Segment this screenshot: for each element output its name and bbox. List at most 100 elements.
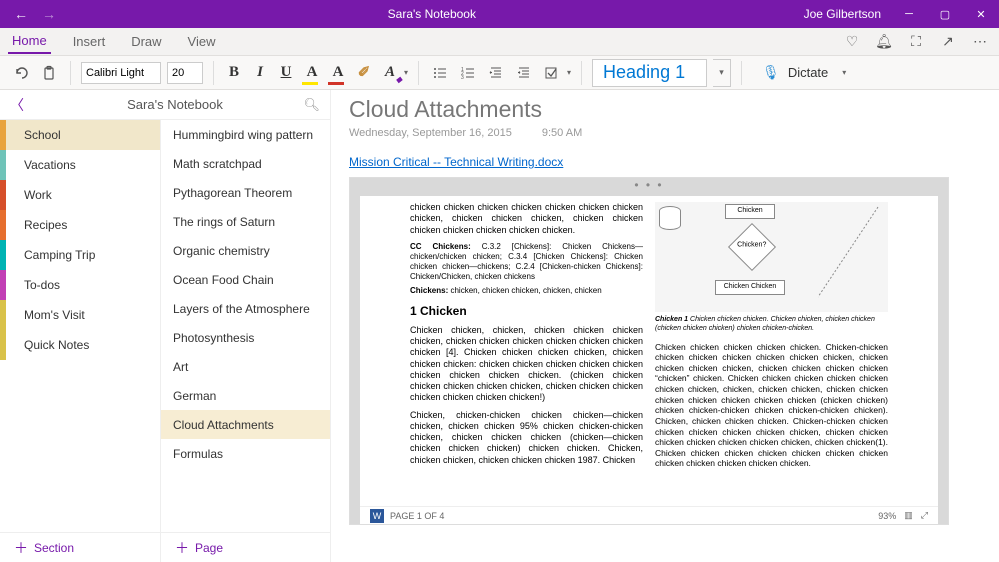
numbered-list-icon[interactable]: 123 bbox=[457, 62, 479, 84]
zoom-level[interactable]: 93% bbox=[878, 511, 896, 521]
reading-view-icon[interactable]: ▥ bbox=[904, 510, 913, 521]
microphone-icon: 🎙 bbox=[762, 64, 780, 81]
notebook-back-icon[interactable]: 〈 bbox=[10, 95, 30, 115]
preview-more-icon[interactable]: • • • bbox=[350, 178, 948, 196]
preview-paragraph: Chicken chicken chicken chicken chicken.… bbox=[655, 342, 888, 470]
minimize-button[interactable]: ─ bbox=[891, 0, 927, 28]
outdent-icon[interactable] bbox=[485, 62, 507, 84]
ribbon-toolbar: B I U A A ✐ A◆ ▾ 123 ▾ Heading 1 ▾ 🎙 Dic… bbox=[0, 56, 999, 90]
maximize-button[interactable]: ▢ bbox=[927, 0, 963, 28]
plus-icon: ＋ bbox=[14, 538, 28, 558]
section-item[interactable]: To-dos bbox=[0, 270, 160, 300]
paragraph-dropdown-icon[interactable]: ▾ bbox=[567, 68, 571, 77]
forward-arrow-icon[interactable]: → bbox=[42, 6, 56, 22]
tab-draw[interactable]: Draw bbox=[127, 30, 165, 53]
font-color-button[interactable]: A bbox=[328, 63, 348, 83]
chickens-label: Chickens: bbox=[410, 286, 448, 295]
bold-button[interactable]: B bbox=[224, 63, 244, 83]
diagram-box: Chicken Chicken bbox=[715, 280, 785, 295]
clear-formatting-button[interactable]: ✐ bbox=[354, 63, 374, 83]
format-painter-button[interactable]: A◆ bbox=[380, 63, 400, 83]
page-item[interactable]: Photosynthesis bbox=[161, 323, 330, 352]
page-item[interactable]: Pythagorean Theorem bbox=[161, 178, 330, 207]
more-icon[interactable]: ⋯ bbox=[971, 33, 989, 50]
format-dropdown-icon[interactable]: ▾ bbox=[404, 68, 408, 77]
section-color-tab bbox=[0, 210, 6, 240]
bullet-list-icon[interactable] bbox=[429, 62, 451, 84]
word-icon: W bbox=[370, 509, 384, 523]
note-content-area[interactable]: Cloud Attachments Wednesday, September 1… bbox=[331, 90, 999, 562]
attachment-link[interactable]: Mission Critical -- Technical Writing.do… bbox=[349, 155, 563, 169]
figure-caption: Chicken 1 Chicken chicken chicken. Chick… bbox=[655, 316, 888, 334]
close-button[interactable]: ✕ bbox=[963, 0, 999, 28]
section-item[interactable]: Quick Notes bbox=[0, 330, 160, 360]
notifications-icon[interactable]: 🔔︎ bbox=[875, 33, 893, 50]
page-item[interactable]: Layers of the Atmosphere bbox=[161, 294, 330, 323]
tab-insert[interactable]: Insert bbox=[69, 30, 110, 53]
page-meta: Wednesday, September 16, 2015 9:50 AM bbox=[349, 127, 999, 139]
document-preview[interactable]: • • • chicken chicken chicken chicken ch… bbox=[349, 177, 949, 525]
section-item[interactable]: School bbox=[0, 120, 160, 150]
dictate-button[interactable]: 🎙 Dictate ▾ bbox=[762, 64, 846, 81]
section-item[interactable]: Vacations bbox=[0, 150, 160, 180]
tab-view[interactable]: View bbox=[184, 30, 220, 53]
app-title: Sara's Notebook bbox=[70, 7, 794, 21]
search-icon[interactable]: 🔍︎ bbox=[303, 97, 320, 113]
page-item[interactable]: Formulas bbox=[161, 439, 330, 468]
share-icon[interactable]: ↗ bbox=[939, 33, 957, 50]
lightbulb-icon[interactable]: ♡ bbox=[843, 33, 861, 50]
diagram-box: Chicken bbox=[725, 204, 775, 219]
undo-icon[interactable] bbox=[10, 62, 32, 84]
highlight-button[interactable]: A bbox=[302, 63, 322, 83]
page-item[interactable]: Art bbox=[161, 352, 330, 381]
ribbon-tabs: Home Insert Draw View ♡ 🔔︎ ⛶ ↗ ⋯ bbox=[0, 28, 999, 56]
checkbox-icon[interactable] bbox=[541, 62, 563, 84]
preview-paragraph: chicken chicken chicken chicken chicken … bbox=[410, 202, 643, 236]
italic-button[interactable]: I bbox=[250, 63, 270, 83]
page-list-panel: Hummingbird wing patternMath scratchpadP… bbox=[161, 90, 331, 562]
preview-heading: 1 Chicken bbox=[410, 304, 643, 319]
page-item[interactable]: Math scratchpad bbox=[161, 149, 330, 178]
page-item[interactable]: Ocean Food Chain bbox=[161, 265, 330, 294]
section-item[interactable]: Recipes bbox=[0, 210, 160, 240]
section-label: Work bbox=[24, 188, 52, 202]
page-item[interactable]: Hummingbird wing pattern bbox=[161, 120, 330, 149]
tab-home[interactable]: Home bbox=[8, 29, 51, 54]
underline-button[interactable]: U bbox=[276, 63, 296, 83]
expand-icon[interactable]: ⤢ bbox=[921, 510, 928, 521]
add-section-button[interactable]: ＋ Section bbox=[0, 532, 160, 562]
section-item[interactable]: Work bbox=[0, 180, 160, 210]
page-indicator: PAGE 1 OF 4 bbox=[390, 511, 444, 521]
section-item[interactable]: Mom's Visit bbox=[0, 300, 160, 330]
style-dropdown-icon[interactable]: ▾ bbox=[713, 59, 731, 87]
clipboard-icon[interactable] bbox=[38, 62, 60, 84]
preview-statusbar: W PAGE 1 OF 4 93% ▥ ⤢ bbox=[360, 506, 938, 524]
add-page-button[interactable]: ＋ Page bbox=[161, 532, 330, 562]
font-name-input[interactable] bbox=[81, 62, 161, 84]
section-label: School bbox=[24, 128, 61, 142]
preview-paragraph: Chicken chicken, chicken, chicken chicke… bbox=[410, 325, 643, 404]
page-item[interactable]: Cloud Attachments bbox=[161, 410, 330, 439]
section-color-tab bbox=[0, 300, 6, 330]
section-label: Recipes bbox=[24, 218, 67, 232]
add-page-label: Page bbox=[195, 541, 223, 555]
plus-icon: ＋ bbox=[175, 538, 189, 558]
notebook-name[interactable]: Sara's Notebook bbox=[30, 97, 320, 112]
back-arrow-icon[interactable]: ← bbox=[14, 6, 28, 22]
page-title[interactable]: Cloud Attachments bbox=[349, 96, 999, 123]
fullscreen-icon[interactable]: ⛶ bbox=[907, 33, 925, 50]
diagram-cylinder-icon bbox=[659, 206, 681, 230]
page-item[interactable]: The rings of Saturn bbox=[161, 207, 330, 236]
indent-icon[interactable] bbox=[513, 62, 535, 84]
font-size-input[interactable] bbox=[167, 62, 203, 84]
chickens-text: chicken, chicken chicken, chicken, chick… bbox=[450, 286, 601, 295]
page-item[interactable]: German bbox=[161, 381, 330, 410]
section-color-tab bbox=[0, 330, 6, 360]
style-picker[interactable]: Heading 1 bbox=[592, 59, 707, 87]
page-item[interactable]: Organic chemistry bbox=[161, 236, 330, 265]
dictate-dropdown-icon[interactable]: ▾ bbox=[842, 68, 846, 77]
section-item[interactable]: Camping Trip bbox=[0, 240, 160, 270]
user-name[interactable]: Joe Gilbertson bbox=[794, 7, 891, 21]
section-color-tab bbox=[0, 150, 6, 180]
section-label: To-dos bbox=[24, 278, 60, 292]
